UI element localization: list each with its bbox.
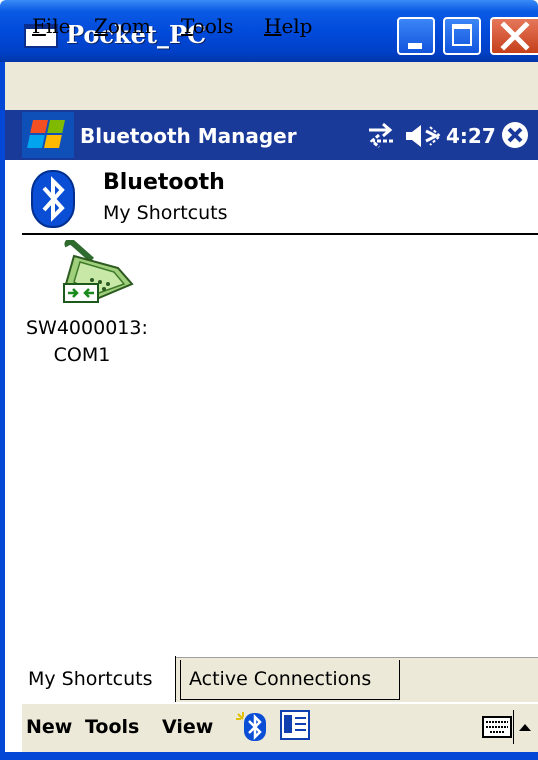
keyboard-separator [513,710,514,744]
menu-bar [0,62,538,110]
menu-zoom[interactable]: Zoom [94,14,151,38]
window-left-border [0,160,22,760]
page-header [22,160,538,235]
bluetooth-logo-icon [31,170,75,228]
nav-close-icon[interactable] [500,120,530,150]
keyboard-icon[interactable] [482,716,512,738]
window-bottom-border [0,752,538,760]
page-subtitle: My Shortcuts [103,202,228,224]
close-button[interactable] [490,17,538,55]
menu-tools[interactable]: Tools [181,14,234,38]
menu-help[interactable]: Help [264,14,313,38]
tab-my-shortcuts[interactable]: My Shortcuts [22,656,176,702]
connectivity-icon[interactable] [365,121,397,149]
page-title: Bluetooth [103,170,225,195]
menu-file[interactable]: File [32,14,71,38]
minimize-icon [408,43,422,49]
business-card-icon[interactable] [280,710,310,740]
nav-title: Bluetooth Manager [80,124,297,148]
tab-active-connections[interactable]: Active Connections [180,660,400,700]
shortcut-label: SW4000013: COM1 [26,317,148,366]
bluetooth-new-icon[interactable] [234,710,268,742]
view-menu-button[interactable]: View [162,716,213,738]
emulator-window: Pocket_PC File Zoom Tools Help Bluetooth… [0,0,538,760]
volume-muted-icon[interactable] [404,123,442,149]
windows-start-icon[interactable] [22,112,74,158]
input-menu-arrow-icon[interactable] [518,722,532,732]
maximize-icon [452,24,472,46]
clock[interactable]: 4:27 [446,124,496,148]
new-menu-button[interactable]: New [26,716,72,738]
minimize-button[interactable] [397,17,435,55]
close-icon [500,21,530,51]
maximize-button[interactable] [443,17,481,55]
serial-port-icon[interactable] [40,240,136,304]
tools-menu-button[interactable]: Tools [85,716,139,738]
